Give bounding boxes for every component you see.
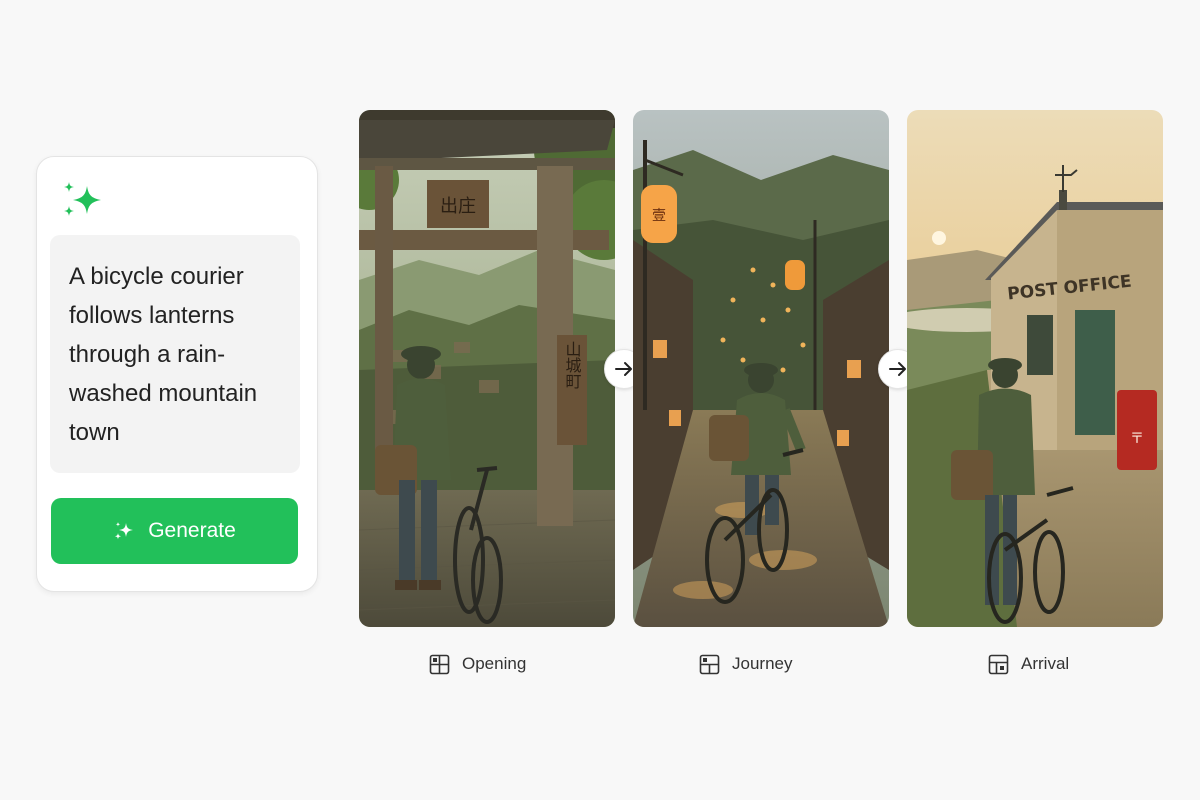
opening-scene-image: 山城町 出庄 bbox=[359, 110, 615, 627]
caption-opening: Opening bbox=[429, 652, 526, 676]
arrival-scene-image: POST OFFICE 〒 bbox=[907, 110, 1163, 627]
generate-button-label: Generate bbox=[148, 519, 236, 542]
layout-panel-icon bbox=[699, 654, 720, 674]
layout-panel-icon bbox=[988, 654, 1009, 674]
caption-label: Opening bbox=[462, 654, 527, 673]
caption-label: Arrival bbox=[1021, 654, 1070, 673]
storyboard-panel-arrival[interactable]: POST OFFICE 〒 bbox=[907, 110, 1163, 627]
storyboard-panel-opening[interactable]: 山城町 出庄 bbox=[359, 110, 615, 627]
lantern-sign: 壹 bbox=[652, 208, 666, 224]
gate-sign: 山城町 bbox=[563, 341, 582, 389]
lantern: 壹 bbox=[641, 185, 677, 243]
mailbox: 〒 bbox=[1117, 390, 1157, 470]
caption-journey: Journey bbox=[699, 652, 792, 676]
arrow-right-icon bbox=[615, 362, 632, 376]
prompt-text: A bicycle courier follows lanterns throu… bbox=[69, 263, 258, 446]
layout-panel-icon bbox=[429, 654, 450, 674]
sparkle-icon bbox=[64, 182, 101, 216]
arrow-right-icon bbox=[889, 362, 906, 376]
mailbox-mark: 〒 bbox=[1130, 431, 1144, 447]
prompt-textbox[interactable]: A bicycle courier follows lanterns throu… bbox=[50, 235, 300, 473]
sparkle-icon bbox=[115, 522, 134, 540]
caption-label: Journey bbox=[732, 654, 793, 673]
journey-scene-image: 壹 bbox=[633, 110, 889, 627]
storyboard-panel-journey[interactable]: 壹 bbox=[633, 110, 889, 627]
prompt-card: A bicycle courier follows lanterns throu… bbox=[36, 156, 318, 592]
generate-button[interactable]: Generate bbox=[51, 498, 298, 564]
caption-arrival: Arrival bbox=[988, 652, 1069, 676]
gate-top-sign: 出庄 bbox=[440, 196, 476, 217]
